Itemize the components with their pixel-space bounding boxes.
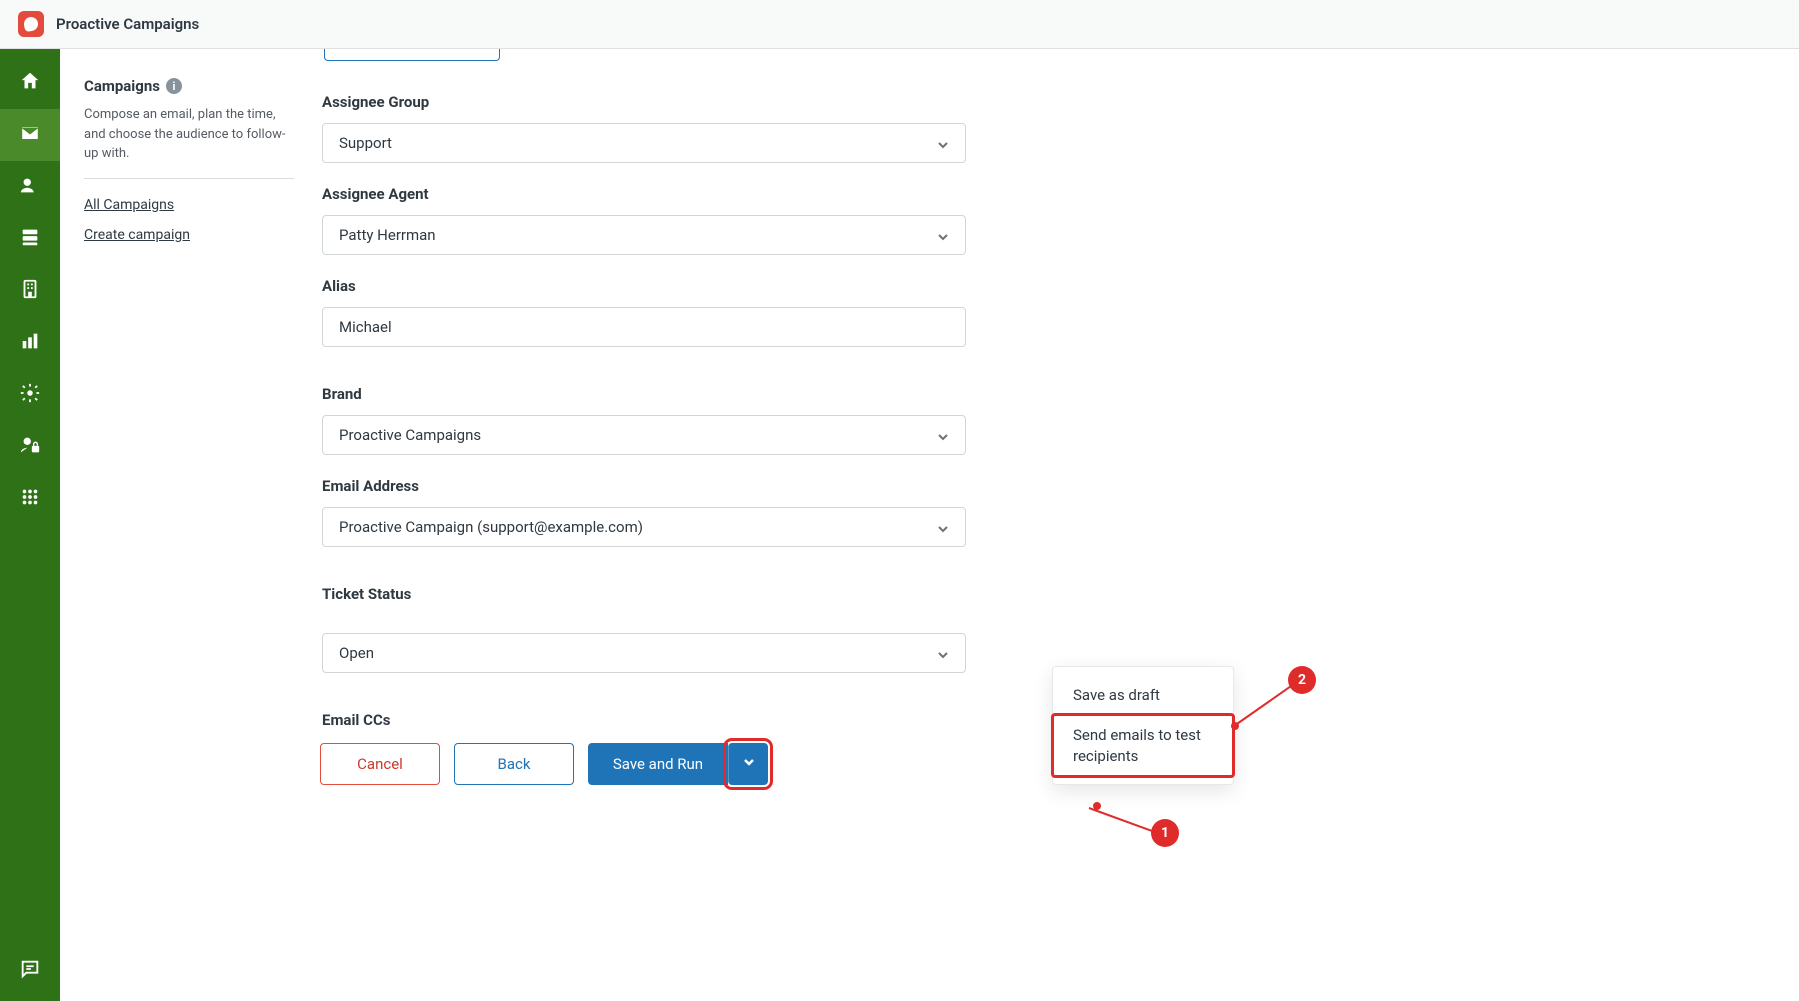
select-ticket-status[interactable]: Open — [322, 633, 966, 673]
input-value: Michael — [339, 318, 392, 336]
annotation-marker-1: 1 — [1151, 819, 1179, 847]
select-assignee-group[interactable]: Support — [322, 123, 966, 163]
user-lock-icon — [19, 434, 41, 460]
select-brand[interactable]: Proactive Campaigns — [322, 415, 966, 455]
label-ticket-status: Ticket Status — [322, 585, 972, 603]
main-content: Assignee Group Support Assignee Agent Pa… — [318, 49, 1799, 1001]
nav-contacts[interactable] — [0, 161, 60, 213]
annotation-marker-2: 2 — [1288, 666, 1316, 694]
chevron-down-icon — [937, 647, 949, 659]
building-icon — [19, 278, 41, 304]
sidebar-title: Campaigns i — [84, 77, 182, 95]
action-row: Cancel Back Save and Run — [320, 743, 970, 785]
save-options-menu: Save as draft Send emails to test recipi… — [1052, 666, 1234, 785]
cancel-button[interactable]: Cancel — [320, 743, 440, 785]
menu-send-test-emails[interactable]: Send emails to test recipients — [1053, 715, 1233, 776]
label-email-ccs: Email CCs — [322, 711, 972, 729]
label-assignee-group: Assignee Group — [322, 93, 972, 111]
users-icon — [19, 174, 41, 200]
label-email-address: Email Address — [322, 477, 972, 495]
nav-permissions[interactable] — [0, 421, 60, 473]
select-value: Support — [339, 134, 392, 152]
chevron-down-icon — [937, 429, 949, 441]
nav-apps[interactable] — [0, 473, 60, 525]
nav-chat[interactable] — [0, 941, 60, 1001]
nav-home[interactable] — [0, 57, 60, 109]
nav-reports[interactable] — [0, 317, 60, 369]
save-and-run-split-button[interactable] — [728, 743, 768, 785]
chevron-down-icon — [937, 521, 949, 533]
gear-icon — [19, 382, 41, 408]
grid-icon — [19, 486, 41, 512]
campaigns-sidebar: Campaigns i Compose an email, plan the t… — [60, 49, 318, 257]
select-value: Patty Herrman — [339, 226, 436, 244]
nav-org[interactable] — [0, 265, 60, 317]
app-title: Proactive Campaigns — [56, 15, 199, 33]
chevron-down-icon — [937, 229, 949, 241]
layers-icon — [19, 226, 41, 252]
chevron-down-icon — [937, 137, 949, 149]
nav-inbox[interactable] — [0, 213, 60, 265]
top-bar: Proactive Campaigns — [0, 0, 1799, 49]
link-all-campaigns[interactable]: All Campaigns — [84, 197, 294, 213]
select-email-address[interactable]: Proactive Campaign (support@example.com) — [322, 507, 966, 547]
link-create-campaign[interactable]: Create campaign — [84, 227, 294, 243]
label-brand: Brand — [322, 385, 972, 403]
menu-save-as-draft[interactable]: Save as draft — [1053, 675, 1233, 715]
select-value: Proactive Campaigns — [339, 426, 481, 444]
home-icon — [19, 70, 41, 96]
back-button[interactable]: Back — [454, 743, 574, 785]
input-alias[interactable]: Michael — [322, 307, 966, 347]
save-and-run-button[interactable]: Save and Run — [588, 743, 728, 785]
left-nav-rail — [0, 49, 60, 1001]
nav-settings[interactable] — [0, 369, 60, 421]
mail-icon — [19, 122, 41, 148]
app-logo-icon — [18, 11, 44, 37]
select-value: Open — [339, 644, 374, 662]
bar-chart-icon — [19, 330, 41, 356]
select-assignee-agent[interactable]: Patty Herrman — [322, 215, 966, 255]
prev-field-remnant — [324, 49, 500, 61]
select-value: Proactive Campaign (support@example.com) — [339, 518, 643, 536]
sidebar-description: Compose an email, plan the time, and cho… — [84, 105, 294, 179]
label-alias: Alias — [322, 277, 972, 295]
chat-icon — [19, 958, 41, 984]
chevron-down-icon — [743, 756, 755, 772]
label-assignee-agent: Assignee Agent — [322, 185, 972, 203]
info-icon[interactable]: i — [166, 78, 182, 94]
nav-mail[interactable] — [0, 109, 60, 161]
